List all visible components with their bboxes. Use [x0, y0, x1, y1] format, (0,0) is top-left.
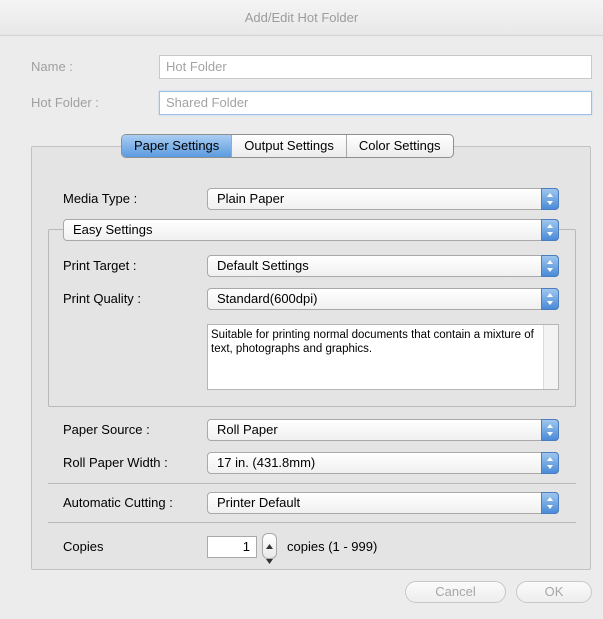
up-down-arrows-icon	[541, 419, 559, 441]
media-type-label: Media Type :	[63, 191, 138, 206]
name-field[interactable]: Hot Folder	[159, 55, 592, 79]
up-down-arrows-icon	[541, 492, 559, 514]
tab-bar: Paper Settings Output Settings Color Set…	[121, 134, 454, 158]
stepper-down-icon[interactable]	[266, 552, 273, 567]
copies-input[interactable]: 1	[207, 536, 257, 558]
up-down-arrows-icon	[541, 219, 559, 241]
add-edit-hot-folder-dialog: Add/Edit Hot Folder Name : Hot Folder Ho…	[0, 0, 603, 619]
paper-source-value: Roll Paper	[217, 422, 278, 437]
stepper-up-icon[interactable]	[266, 537, 273, 552]
description-scrollbar[interactable]	[543, 325, 558, 389]
easy-settings-value: Easy Settings	[73, 222, 153, 237]
media-type-popup[interactable]: Plain Paper	[207, 188, 559, 210]
tab-paper-settings[interactable]: Paper Settings	[122, 135, 232, 157]
print-quality-label: Print Quality :	[63, 291, 142, 306]
print-target-value: Default Settings	[217, 258, 309, 273]
roll-paper-width-popup[interactable]: 17 in. (431.8mm)	[207, 452, 559, 474]
tab-color-settings[interactable]: Color Settings	[345, 135, 453, 157]
hot-folder-field[interactable]: Shared Folder	[159, 91, 592, 115]
copies-stepper[interactable]	[262, 533, 277, 564]
up-down-arrows-icon	[541, 188, 559, 210]
up-down-arrows-icon	[541, 288, 559, 310]
paper-source-popup[interactable]: Roll Paper	[207, 419, 559, 441]
hot-folder-label: Hot Folder :	[31, 95, 99, 110]
print-target-label: Print Target :	[63, 258, 137, 273]
roll-paper-width-value: 17 in. (431.8mm)	[217, 455, 316, 470]
copies-label: Copies	[63, 539, 104, 554]
tab-output-settings[interactable]: Output Settings	[231, 135, 346, 157]
easy-settings-popup[interactable]: Easy Settings	[63, 219, 559, 241]
automatic-cutting-value: Printer Default	[217, 495, 301, 510]
window-title: Add/Edit Hot Folder	[0, 0, 603, 36]
automatic-cutting-popup[interactable]: Printer Default	[207, 492, 559, 514]
up-down-arrows-icon	[541, 255, 559, 277]
print-quality-popup[interactable]: Standard(600dpi)	[207, 288, 559, 310]
quality-description-text: Suitable for printing normal documents t…	[211, 329, 534, 355]
ok-button[interactable]: OK	[516, 581, 592, 603]
name-label: Name :	[31, 59, 73, 74]
separator	[48, 522, 576, 523]
roll-paper-width-label: Roll Paper Width :	[63, 455, 168, 470]
print-quality-value: Standard(600dpi)	[217, 291, 318, 306]
automatic-cutting-label: Automatic Cutting :	[63, 495, 173, 510]
separator	[48, 483, 576, 484]
cancel-button[interactable]: Cancel	[405, 581, 506, 603]
print-target-popup[interactable]: Default Settings	[207, 255, 559, 277]
up-down-arrows-icon	[541, 452, 559, 474]
quality-description: Suitable for printing normal documents t…	[207, 324, 559, 390]
paper-source-label: Paper Source :	[63, 422, 150, 437]
media-type-value: Plain Paper	[217, 191, 285, 206]
copies-range-text: copies (1 - 999)	[287, 539, 378, 554]
